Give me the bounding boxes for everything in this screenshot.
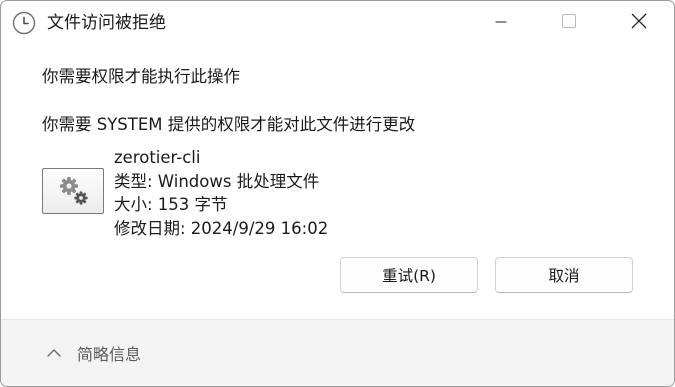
maximize-icon — [562, 13, 576, 32]
batch-file-gear-icon — [42, 168, 104, 214]
retry-button[interactable]: 重试(R) — [340, 257, 478, 293]
close-button[interactable] — [605, 1, 673, 44]
secondary-message: 你需要 SYSTEM 提供的权限才能对此文件进行更改 — [42, 115, 416, 134]
primary-message: 你需要权限才能执行此操作 — [42, 67, 240, 86]
details-label: 简略信息 — [77, 345, 142, 364]
chevron-up-icon — [45, 344, 63, 362]
fewer-details-toggle[interactable]: 简略信息 — [45, 340, 141, 366]
title-bar: 文件访问被拒绝 — [1, 1, 674, 44]
cancel-button[interactable]: 取消 — [495, 257, 633, 293]
minimize-button[interactable] — [467, 1, 535, 44]
file-name: zerotier-cli — [114, 148, 201, 167]
maximize-button — [535, 1, 603, 44]
file-modified-date: 修改日期: 2024/9/29 16:02 — [114, 218, 329, 238]
clock-icon — [12, 11, 36, 35]
window-title: 文件访问被拒绝 — [47, 13, 166, 33]
file-access-denied-dialog: 文件访问被拒绝 你需要权限才能执行此操作 你需要 SYSTEM 提供的权限才能对… — [0, 0, 675, 387]
close-icon — [631, 13, 647, 33]
minimize-icon — [495, 13, 507, 32]
file-details: zerotier-cli 类型: Windows 批处理文件 大小: 153 字… — [114, 146, 328, 240]
dialog-footer: 简略信息 — [1, 319, 674, 386]
file-size: 大小: 153 字节 — [114, 195, 228, 214]
file-type: 类型: Windows 批处理文件 — [114, 171, 320, 191]
